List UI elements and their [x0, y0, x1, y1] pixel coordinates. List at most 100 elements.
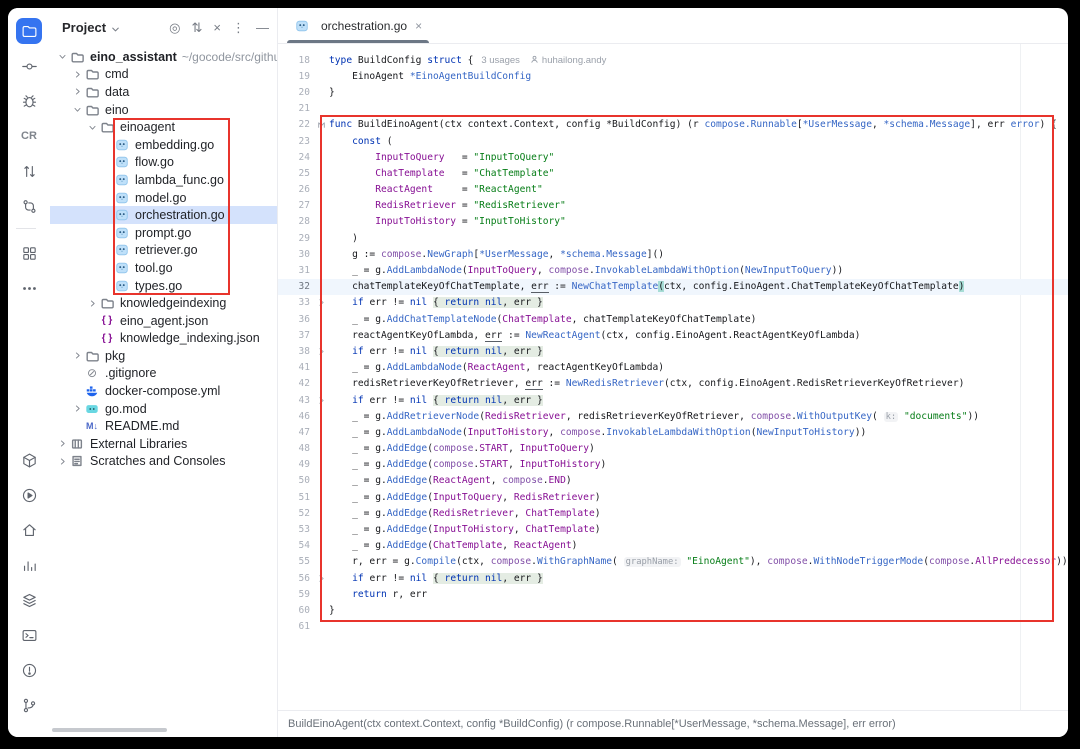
tree-item-eino-agent-json[interactable]: { }eino_agent.json	[50, 312, 277, 330]
line-number: 56	[278, 573, 314, 584]
code-text: _ = g.AddEdge(ChatTemplate, ReactAgent)	[329, 540, 577, 551]
chevron-closed-icon[interactable]	[71, 404, 84, 413]
pull-requests-icon[interactable]	[16, 158, 42, 184]
gutter-marker-icon[interactable]	[314, 120, 329, 129]
chevron-closed-icon[interactable]	[71, 70, 84, 79]
code-text: ReactAgent = "ReactAgent"	[329, 184, 543, 195]
code-line-21: 21	[278, 101, 1068, 117]
chevron-down-icon[interactable]	[110, 22, 121, 33]
collapse-all-icon[interactable]: ×	[213, 21, 221, 34]
tree-item-external-libraries[interactable]: External Libraries	[50, 435, 277, 453]
gofile-icon	[114, 172, 130, 187]
horizontal-scrollbar[interactable]	[52, 728, 167, 732]
tree-item-knowledgeindexing[interactable]: knowledgeindexing	[50, 294, 277, 312]
chevron-open-icon[interactable]	[71, 105, 84, 114]
tree-item-types-go[interactable]: types.go	[50, 277, 277, 295]
locate-icon[interactable]: ◎	[169, 21, 180, 34]
tree-item-prompt-go[interactable]: prompt.go	[50, 224, 277, 242]
project-panel-title[interactable]: Project	[62, 20, 106, 35]
close-icon[interactable]: ×	[415, 19, 422, 33]
go-file-icon	[294, 18, 310, 33]
line-number: 55	[278, 556, 314, 567]
chevron-closed-icon[interactable]	[71, 87, 84, 96]
code-text: _ = g.AddEdge(compose.START, InputToHist…	[329, 459, 606, 470]
chevron-closed-icon[interactable]	[71, 351, 84, 360]
docker-icon	[84, 384, 100, 399]
line-number: 21	[278, 103, 314, 114]
structure-icon[interactable]	[16, 240, 42, 266]
chevron-closed-icon[interactable]	[56, 457, 69, 466]
line-number: 25	[278, 168, 314, 179]
tree-item-readme-md[interactable]: M↓README.md	[50, 417, 277, 435]
line-number: 23	[278, 136, 314, 147]
tree-item-eino[interactable]: eino	[50, 101, 277, 119]
code-text: ChatTemplate = "ChatTemplate"	[329, 168, 554, 179]
activity-bar-bottom	[16, 447, 42, 727]
tree-item-einoagent[interactable]: einoagent	[50, 118, 277, 136]
tab-orchestration-go[interactable]: orchestration.go ×	[284, 8, 432, 43]
branch-compare-icon[interactable]	[16, 193, 42, 219]
tree-item-embedding-go[interactable]: embedding.go	[50, 136, 277, 154]
tree-item-model-go[interactable]: model.go	[50, 189, 277, 207]
hide-icon[interactable]: —	[256, 21, 269, 34]
terminal-icon[interactable]	[16, 622, 42, 648]
tree-item--gitignore[interactable]: ⊘.gitignore	[50, 365, 277, 383]
tree-item-cmd[interactable]: cmd	[50, 66, 277, 84]
tree-item-eino-assistant[interactable]: eino_assistant~/gocode/src/github.com/cl	[50, 48, 277, 66]
expand-icon[interactable]: ⇅	[192, 21, 203, 34]
code-line-56: 56 if err != nil { return nil, err }	[278, 570, 1068, 586]
fold-indicator-icon[interactable]	[314, 396, 329, 405]
tree-item-data[interactable]: data	[50, 83, 277, 101]
code-review-icon[interactable]: CR	[16, 123, 42, 149]
tree-item-label: eino_agent.json	[120, 314, 208, 328]
line-number: 47	[278, 427, 314, 438]
fold-indicator-icon[interactable]	[314, 574, 329, 583]
tree-item-tool-go[interactable]: tool.go	[50, 259, 277, 277]
project-icon[interactable]	[16, 18, 42, 44]
commit-icon[interactable]	[16, 53, 42, 79]
code-line-22: 22func BuildEinoAgent(ctx context.Contex…	[278, 117, 1068, 133]
debug-icon[interactable]	[16, 88, 42, 114]
code-line-42: 42 redisRetrieverKeyOfRetriever, err := …	[278, 376, 1068, 392]
packages-icon[interactable]	[16, 447, 42, 473]
tree-item-pkg[interactable]: pkg	[50, 347, 277, 365]
code-view[interactable]: 18type BuildConfig struct { 3 usageshuha…	[278, 44, 1068, 710]
code-line-61: 61	[278, 619, 1068, 635]
line-number: 19	[278, 71, 314, 82]
project-panel-toolbar: ◎ ⇅ × ⋮ —	[169, 21, 269, 34]
tree-item-orchestration-go[interactable]: orchestration.go	[50, 206, 277, 224]
more-options-icon[interactable]: ⋮	[232, 21, 245, 34]
code-text: InputToQuery = "InputToQuery"	[329, 152, 554, 163]
tree-item-label: orchestration.go	[135, 208, 225, 222]
problems-icon[interactable]	[16, 657, 42, 683]
code-text: g := compose.NewGraph[*UserMessage, *sch…	[329, 249, 664, 260]
fold-indicator-icon[interactable]	[314, 347, 329, 356]
code-text: _ = g.AddLambdaNode(InputToQuery, compos…	[329, 265, 843, 276]
code-text: RedisRetriever = "RedisRetriever"	[329, 200, 566, 211]
database-icon[interactable]	[16, 587, 42, 613]
editor-tab-bar: orchestration.go ×	[278, 8, 1068, 44]
fold-indicator-icon[interactable]	[314, 298, 329, 307]
chevron-open-icon[interactable]	[56, 52, 69, 61]
more-icon[interactable]	[16, 275, 42, 301]
tree-item-scratches-and-consoles[interactable]: Scratches and Consoles	[50, 453, 277, 471]
tree-item-docker-compose-yml[interactable]: docker-compose.yml	[50, 382, 277, 400]
version-control-icon[interactable]	[16, 692, 42, 718]
active-tab-underline	[287, 40, 429, 43]
code-text: const (	[329, 136, 393, 147]
tree-item-go-mod[interactable]: go.mod	[50, 400, 277, 418]
chevron-closed-icon[interactable]	[86, 299, 99, 308]
profiler-icon[interactable]	[16, 552, 42, 578]
deployment-icon[interactable]	[16, 517, 42, 543]
line-number: 43	[278, 395, 314, 406]
run-icon[interactable]	[16, 482, 42, 508]
chevron-closed-icon[interactable]	[56, 439, 69, 448]
line-number: 48	[278, 443, 314, 454]
tree-item-retriever-go[interactable]: retriever.go	[50, 242, 277, 260]
tree-item-knowledge-indexing-json[interactable]: { }knowledge_indexing.json	[50, 330, 277, 348]
tree-item-flow-go[interactable]: flow.go	[50, 154, 277, 172]
tree-item-lambda-func-go[interactable]: lambda_func.go	[50, 171, 277, 189]
gomod-icon	[84, 401, 100, 416]
code-text: }	[329, 87, 335, 98]
chevron-open-icon[interactable]	[86, 123, 99, 132]
